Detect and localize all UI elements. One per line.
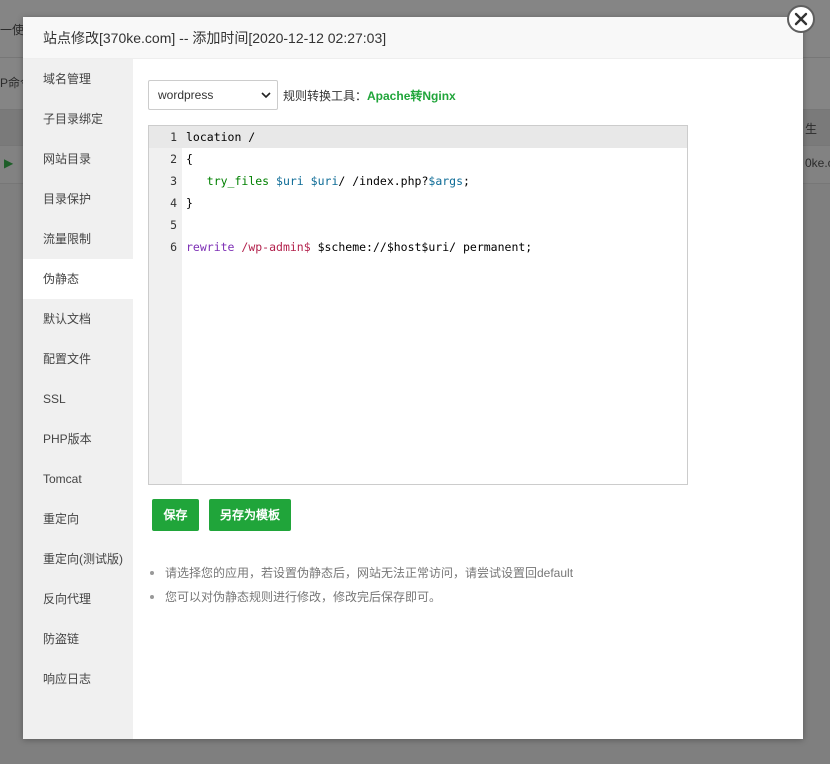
- sidebar-item-reverse-proxy[interactable]: 反向代理: [23, 579, 133, 619]
- background-text: 生: [805, 122, 818, 136]
- code-text: }: [186, 196, 193, 210]
- code-line: 2 {: [149, 148, 687, 170]
- sidebar-item-php-version[interactable]: PHP版本: [23, 419, 133, 459]
- select-value: wordpress: [158, 88, 214, 102]
- sidebar-item-redirect[interactable]: 重定向: [23, 499, 133, 539]
- line-number: 2: [170, 152, 177, 166]
- sidebar-item-response-log[interactable]: 响应日志: [23, 659, 133, 699]
- line-number: 4: [170, 196, 177, 210]
- code-text: rewrite /wp-admin$ $scheme://$host$uri/ …: [186, 240, 533, 254]
- line-number: 3: [170, 174, 177, 188]
- play-icon: ▶: [4, 156, 14, 170]
- line-number: 6: [170, 240, 177, 254]
- code-line: 1 location /: [149, 126, 687, 148]
- sidebar-item-rewrite[interactable]: 伪静态: [23, 259, 133, 299]
- sidebar-item-subdir-binding[interactable]: 子目录绑定: [23, 99, 133, 139]
- sidebar-item-hotlink-protection[interactable]: 防盗链: [23, 619, 133, 659]
- sidebar-item-dir-protection[interactable]: 目录保护: [23, 179, 133, 219]
- save-as-template-button[interactable]: 另存为模板: [209, 499, 291, 531]
- sidebar-item-config-file[interactable]: 配置文件: [23, 339, 133, 379]
- tip-item: 请选择您的应用，若设置伪静态后，网站无法正常访问，请尝试设置回default: [148, 561, 573, 585]
- close-icon: [794, 12, 808, 26]
- code-line: 4 }: [149, 192, 687, 214]
- background-text: 0ke.c: [805, 156, 830, 170]
- line-number: 5: [170, 218, 177, 232]
- code-text: {: [186, 152, 193, 166]
- settings-sidebar: 域名管理 子目录绑定 网站目录 目录保护 流量限制 伪静态 默认文档 配置文件 …: [23, 59, 133, 739]
- sidebar-item-default-doc[interactable]: 默认文档: [23, 299, 133, 339]
- code-text: location /: [186, 130, 256, 144]
- chevron-down-icon: [261, 92, 271, 99]
- sidebar-item-ssl[interactable]: SSL: [23, 379, 133, 419]
- rewrite-toolbar: wordpress 规则转换工具： Apache转Nginx: [148, 80, 456, 110]
- sidebar-item-redirect-beta[interactable]: 重定向(测试版): [23, 539, 133, 579]
- site-settings-modal: 站点修改[370ke.com] -- 添加时间[2020-12-12 02:27…: [23, 17, 803, 739]
- apache-to-nginx-link[interactable]: Apache转Nginx: [367, 87, 456, 104]
- tip-item: 您可以对伪静态规则进行修改，修改完后保存即可。: [148, 585, 573, 609]
- converter-label: 规则转换工具：: [283, 88, 368, 103]
- rewrite-template-select[interactable]: wordpress: [148, 80, 278, 110]
- sidebar-item-site-directory[interactable]: 网站目录: [23, 139, 133, 179]
- save-button[interactable]: 保存: [152, 499, 199, 531]
- tips-list: 请选择您的应用，若设置伪静态后，网站无法正常访问，请尝试设置回default 您…: [148, 561, 573, 609]
- code-editor[interactable]: 1 location / 2 { 3 try_files $uri $uri/ …: [148, 125, 688, 485]
- line-number: 1: [170, 130, 177, 144]
- modal-title: 站点修改[370ke.com] -- 添加时间[2020-12-12 02:27…: [23, 17, 803, 59]
- sidebar-item-tomcat[interactable]: Tomcat: [23, 459, 133, 499]
- code-line: 3 try_files $uri $uri/ /index.php?$args;: [149, 170, 687, 192]
- rewrite-panel: wordpress 规则转换工具： Apache转Nginx 1 locatio…: [133, 59, 803, 739]
- close-button[interactable]: [787, 5, 815, 33]
- sidebar-item-domain[interactable]: 域名管理: [23, 59, 133, 99]
- code-text: try_files $uri $uri/ /index.php?$args;: [206, 174, 470, 188]
- code-line: 5: [149, 214, 687, 236]
- code-line: 6 rewrite /wp-admin$ $scheme://$host$uri…: [149, 236, 687, 258]
- sidebar-item-traffic-limit[interactable]: 流量限制: [23, 219, 133, 259]
